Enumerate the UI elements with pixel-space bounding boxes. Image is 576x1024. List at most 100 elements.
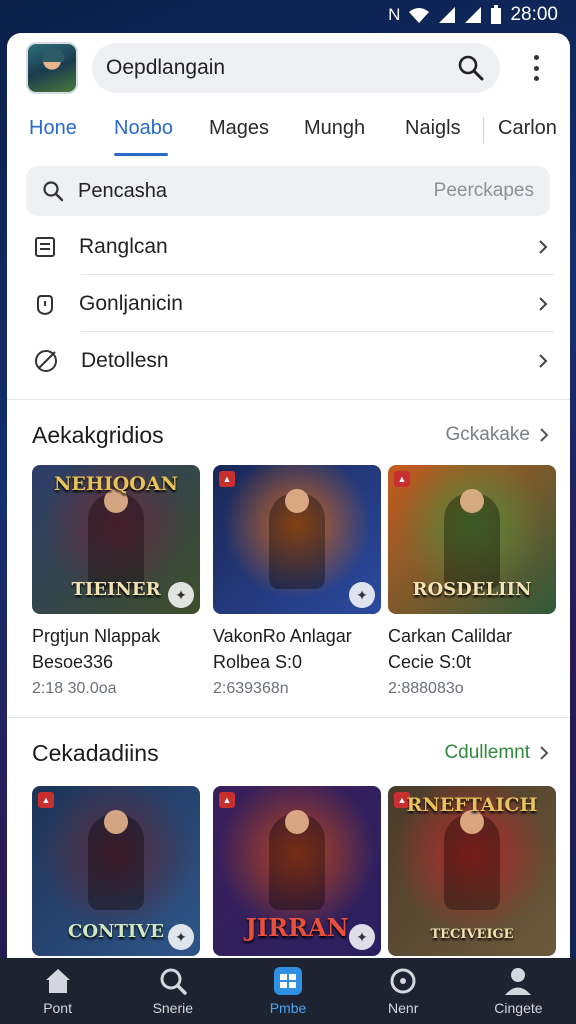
menu-item-detollesn[interactable]: Detollesn: [7, 332, 570, 389]
character-art: [88, 489, 144, 589]
nav-games[interactable]: Pmbe: [230, 958, 345, 1024]
chevron-right-icon: [539, 353, 548, 368]
menu-item-label: Ranglcan: [79, 234, 168, 258]
section-header-aekakgridios: Aekakgridios Gckakake: [32, 419, 550, 451]
game-meta: 2:18 30.0oa: [32, 680, 117, 697]
nav-label: Pont: [43, 1000, 72, 1016]
character-art: [269, 810, 325, 910]
menu-item-gonljanicin[interactable]: Gonljanicin: [7, 275, 570, 332]
game-thumbnail[interactable]: ▲ ✦: [213, 465, 381, 614]
game-meta: 2:888083o: [388, 680, 464, 697]
app-logo[interactable]: [26, 42, 78, 94]
nav-label: Cingete: [494, 1000, 543, 1016]
game-card[interactable]: ▲ RNEFTAICH TECIVEIGE: [388, 786, 556, 956]
game-card[interactable]: ▲ CONTIVE ✦: [32, 786, 200, 956]
art-subtitle: TECIVEIGE: [430, 927, 514, 942]
see-more-link[interactable]: Gckakake: [446, 424, 530, 446]
chevron-right-icon[interactable]: [538, 427, 550, 443]
rating-icon: ✦: [168, 924, 194, 950]
app-window: Oepdlangain Hone Noabo Mages Mungh Naigl…: [7, 33, 570, 958]
nav-label: Snerie: [152, 1000, 194, 1016]
more-options-icon[interactable]: [523, 53, 549, 83]
game-thumbnail[interactable]: ▲ RNEFTAICH TECIVEIGE: [388, 786, 556, 956]
art-title: NEHIQOAN: [54, 473, 178, 495]
battery-icon: [491, 5, 502, 24]
section-header-cekadadiins: Cekadadiins Cdullemnt: [32, 737, 550, 769]
refresh-icon: [390, 968, 416, 994]
game-meta: 2:639368n: [213, 680, 289, 697]
status-bar: N 28:00: [0, 0, 576, 30]
tab-noabo[interactable]: Noabo: [114, 117, 173, 140]
chevron-right-icon[interactable]: [538, 745, 550, 761]
rating-icon: ✦: [349, 582, 375, 608]
wifi-icon: [409, 8, 430, 23]
nav-search[interactable]: Snerie: [115, 958, 230, 1024]
tab-hone[interactable]: Hone: [29, 117, 77, 140]
slash-circle-icon: [35, 349, 57, 372]
profile-icon: [505, 968, 532, 995]
menu-item-label: Detollesn: [81, 348, 169, 372]
content-search-field[interactable]: Pencasha Peerckapes: [26, 166, 550, 216]
nav-profile[interactable]: Cingete: [461, 958, 576, 1024]
menu-list: Ranglcan Gonljanicin Detollesn: [7, 218, 570, 389]
signal-icon-2: [465, 7, 482, 23]
game-thumbnail[interactable]: ▲ JIRRAN ✦: [213, 786, 381, 956]
top-search-bar[interactable]: Oepdlangain: [92, 43, 500, 93]
character-art: [88, 810, 144, 910]
game-carousel-1: NEHIQOAN TIEINER ✦ Prgtjun Nlappak Besoe…: [32, 465, 556, 705]
document-icon: [35, 236, 55, 257]
signal-icon: [439, 7, 456, 23]
top-bar: Oepdlangain: [7, 33, 570, 105]
tab-mages[interactable]: Mages: [209, 117, 269, 140]
game-card[interactable]: ▲ ✦ VakonRo Anlagar Rolbea S:0 2:639368n: [213, 465, 381, 703]
active-tab-indicator: [114, 153, 168, 156]
game-carousel-2: ▲ CONTIVE ✦ ▲ JIRRAN ✦ ▲ RNEFTAICH TECIV…: [32, 786, 556, 958]
game-card[interactable]: NEHIQOAN TIEINER ✦ Prgtjun Nlappak Besoe…: [32, 465, 200, 703]
nav-label: Nenr: [388, 1000, 419, 1016]
game-subtitle: Rolbea S:0: [213, 652, 303, 672]
tab-mungh[interactable]: Mungh: [304, 117, 365, 140]
grid-icon: [274, 967, 302, 995]
rating-icon: ✦: [349, 924, 375, 950]
menu-item-label: Gonljanicin: [79, 291, 183, 315]
search-field-text: Pencasha: [78, 179, 167, 202]
character-art: [444, 489, 500, 589]
game-card[interactable]: ▲ ROSDELIIN Carkan Calildar Cecie S:0t 2…: [388, 465, 556, 703]
nav-new[interactable]: Nenr: [346, 958, 461, 1024]
badge-icon: ▲: [219, 471, 235, 487]
game-name: VakonRo Anlagar: [213, 626, 352, 646]
section-title: Cekadadiins: [32, 739, 159, 766]
character-art: [444, 810, 500, 910]
menu-item-ranglcan[interactable]: Ranglcan: [7, 218, 570, 275]
tab-naigls[interactable]: Naigls: [405, 117, 461, 140]
status-time: 28:00: [510, 4, 558, 25]
search-icon: [43, 181, 64, 202]
badge-icon: ▲: [38, 792, 54, 808]
game-subtitle: Cecie S:0t: [388, 652, 472, 672]
chevron-right-icon: [539, 296, 548, 311]
section-title: Aekakgridios: [32, 421, 164, 448]
home-icon: [45, 969, 70, 993]
game-thumbnail[interactable]: ▲ ROSDELIIN: [388, 465, 556, 614]
search-icon[interactable]: [456, 53, 486, 83]
nav-home[interactable]: Pont: [0, 958, 115, 1024]
shield-icon: [37, 294, 53, 315]
tab-carlon[interactable]: Carlon: [498, 117, 557, 140]
category-tabs: Hone Noabo Mages Mungh Naigls Carlon: [7, 109, 570, 156]
see-more-link[interactable]: Cdullemnt: [444, 742, 530, 764]
search-field-hint: Peerckapes: [433, 180, 534, 201]
search-icon: [160, 968, 187, 995]
game-name: Carkan Calildar: [388, 626, 513, 646]
game-subtitle: Besoe336: [32, 652, 114, 672]
nfc-icon: N: [388, 5, 401, 24]
game-thumbnail[interactable]: ▲ CONTIVE ✦: [32, 786, 200, 956]
nav-label: Pmbe: [269, 1000, 307, 1016]
tab-separator: [483, 117, 484, 143]
section-divider: [7, 399, 570, 400]
art-subtitle: ROSDELIIN: [412, 579, 532, 600]
game-name: Prgtjun Nlappak: [32, 626, 161, 646]
game-thumbnail[interactable]: NEHIQOAN TIEINER ✦: [32, 465, 200, 614]
badge-icon: ▲: [219, 792, 235, 808]
game-card[interactable]: ▲ JIRRAN ✦: [213, 786, 381, 956]
chevron-right-icon: [539, 239, 548, 254]
